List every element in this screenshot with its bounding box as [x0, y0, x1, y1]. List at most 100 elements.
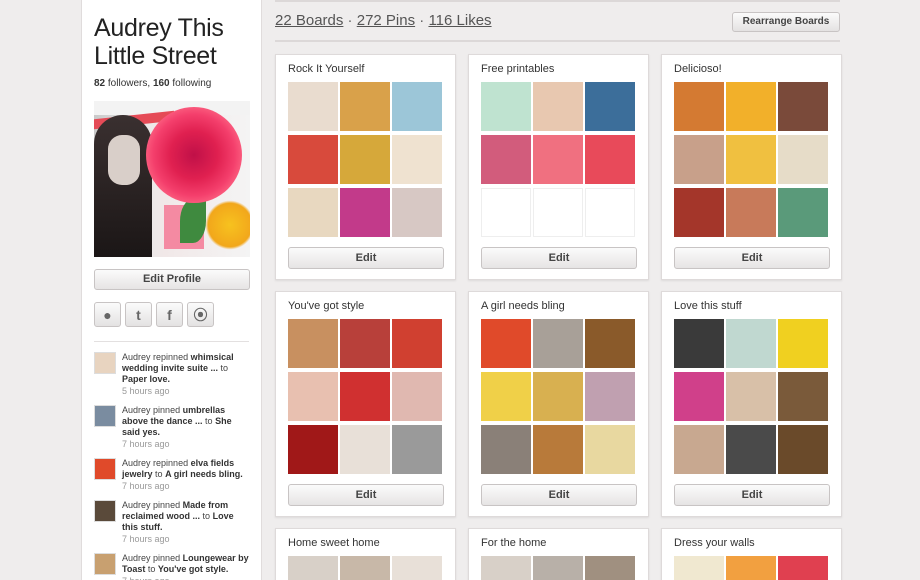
board-thumbnails[interactable]	[674, 556, 829, 580]
activity-board-link[interactable]: A girl needs bling.	[165, 469, 243, 479]
followers-label[interactable]: followers	[108, 78, 147, 89]
activity-item[interactable]: Audrey repinned whimsical wedding invite…	[94, 352, 249, 397]
pin-thumbnail[interactable]	[778, 556, 828, 580]
pin-thumbnail[interactable]	[778, 82, 828, 131]
pin-thumbnail[interactable]	[585, 82, 635, 131]
activity-user[interactable]: Audrey	[122, 500, 151, 510]
pin-thumbnail[interactable]	[778, 188, 828, 237]
board-title[interactable]: A girl needs bling	[481, 300, 636, 314]
pin-thumbnail[interactable]	[288, 188, 338, 237]
pin-thumbnail[interactable]	[726, 135, 776, 184]
pin-thumbnail[interactable]	[392, 425, 442, 474]
pin-thumbnail[interactable]	[340, 372, 390, 421]
pin-thumbnail[interactable]	[392, 82, 442, 131]
board-card[interactable]: Rock It Yourself Edit	[275, 54, 456, 280]
following-label[interactable]: following	[172, 78, 211, 89]
pin-thumbnail[interactable]	[288, 556, 338, 580]
pin-thumbnail[interactable]	[726, 319, 776, 368]
pin-thumbnail[interactable]	[392, 188, 442, 237]
activity-user[interactable]: Audrey	[122, 458, 151, 468]
pin-thumbnail[interactable]	[340, 319, 390, 368]
pin-thumbnail[interactable]	[533, 188, 583, 237]
activity-item[interactable]: Audrey repinned elva fields jewelry to A…	[94, 458, 249, 492]
pin-thumbnail[interactable]	[726, 556, 776, 580]
edit-board-button[interactable]: Edit	[288, 247, 444, 269]
activity-thumbnail[interactable]	[94, 553, 116, 575]
boards-count-link[interactable]: 22 Boards	[275, 12, 343, 29]
pin-thumbnail[interactable]	[481, 82, 531, 131]
pin-thumbnail[interactable]	[288, 82, 338, 131]
board-thumbnails[interactable]	[481, 556, 636, 580]
pin-thumbnail[interactable]	[585, 372, 635, 421]
edit-board-button[interactable]: Edit	[481, 247, 637, 269]
board-card[interactable]: Delicioso! Edit	[661, 54, 842, 280]
edit-board-button[interactable]: Edit	[674, 247, 830, 269]
following-count[interactable]: 160	[153, 78, 170, 89]
pin-thumbnail[interactable]	[340, 556, 390, 580]
pin-thumbnail[interactable]	[674, 82, 724, 131]
board-thumbnails[interactable]	[674, 82, 829, 237]
edit-board-button[interactable]: Edit	[481, 484, 637, 506]
board-thumbnails[interactable]	[481, 82, 636, 237]
facebook-icon[interactable]: f	[156, 302, 183, 327]
activity-item[interactable]: Audrey pinned umbrellas above the dance …	[94, 405, 249, 450]
pin-thumbnail[interactable]	[674, 556, 724, 580]
likes-count-link[interactable]: 116 Likes	[428, 12, 491, 29]
pin-thumbnail[interactable]	[481, 372, 531, 421]
pin-thumbnail[interactable]	[340, 82, 390, 131]
pin-thumbnail[interactable]	[481, 425, 531, 474]
pin-thumbnail[interactable]	[533, 556, 583, 580]
twitter-icon[interactable]: t	[125, 302, 152, 327]
board-card[interactable]: Dress your walls	[661, 528, 842, 580]
pin-thumbnail[interactable]	[585, 425, 635, 474]
pin-thumbnail[interactable]	[481, 135, 531, 184]
pin-thumbnail[interactable]	[674, 372, 724, 421]
activity-thumbnail[interactable]	[94, 500, 116, 522]
followers-count[interactable]: 82	[94, 78, 105, 89]
pin-thumbnail[interactable]	[585, 188, 635, 237]
board-thumbnails[interactable]	[674, 319, 829, 474]
edit-board-button[interactable]: Edit	[674, 484, 830, 506]
pin-thumbnail[interactable]	[778, 425, 828, 474]
activity-user[interactable]: Audrey	[122, 405, 151, 415]
pin-thumbnail[interactable]	[585, 319, 635, 368]
pin-thumbnail[interactable]	[726, 425, 776, 474]
pin-thumbnail[interactable]	[392, 135, 442, 184]
pin-thumbnail[interactable]	[585, 135, 635, 184]
pin-thumbnail[interactable]	[288, 135, 338, 184]
pin-thumbnail[interactable]	[392, 372, 442, 421]
board-title[interactable]: You've got style	[288, 300, 443, 314]
board-title[interactable]: Love this stuff	[674, 300, 829, 314]
activity-thumbnail[interactable]	[94, 405, 116, 427]
pin-thumbnail[interactable]	[674, 319, 724, 368]
pin-thumbnail[interactable]	[392, 556, 442, 580]
pin-thumbnail[interactable]	[288, 319, 338, 368]
pin-thumbnail[interactable]	[533, 319, 583, 368]
activity-user[interactable]: Audrey	[122, 352, 151, 362]
board-card[interactable]: Home sweet home	[275, 528, 456, 580]
activity-board-link[interactable]: Paper love.	[122, 374, 170, 384]
pin-thumbnail[interactable]	[585, 556, 635, 580]
rss-icon[interactable]: ⦿	[187, 302, 214, 327]
pin-thumbnail[interactable]	[726, 188, 776, 237]
edit-board-button[interactable]: Edit	[288, 484, 444, 506]
pin-thumbnail[interactable]	[533, 425, 583, 474]
pin-thumbnail[interactable]	[340, 135, 390, 184]
pin-thumbnail[interactable]	[392, 319, 442, 368]
pin-thumbnail[interactable]	[674, 425, 724, 474]
board-title[interactable]: Dress your walls	[674, 537, 829, 551]
board-card[interactable]: For the home	[468, 528, 649, 580]
activity-item[interactable]: Audrey pinned Made from reclaimed wood .…	[94, 500, 249, 545]
activity-user[interactable]: Audrey	[122, 553, 151, 563]
board-thumbnails[interactable]	[481, 319, 636, 474]
pin-thumbnail[interactable]	[340, 188, 390, 237]
activity-thumbnail[interactable]	[94, 352, 116, 374]
pin-thumbnail[interactable]	[674, 188, 724, 237]
pin-thumbnail[interactable]	[288, 425, 338, 474]
pin-thumbnail[interactable]	[778, 319, 828, 368]
board-title[interactable]: Free printables	[481, 63, 636, 77]
activity-item[interactable]: Audrey pinned Loungewear by Toast to You…	[94, 553, 249, 580]
board-thumbnails[interactable]	[288, 319, 443, 474]
board-card[interactable]: Free printables Edit	[468, 54, 649, 280]
board-title[interactable]: For the home	[481, 537, 636, 551]
